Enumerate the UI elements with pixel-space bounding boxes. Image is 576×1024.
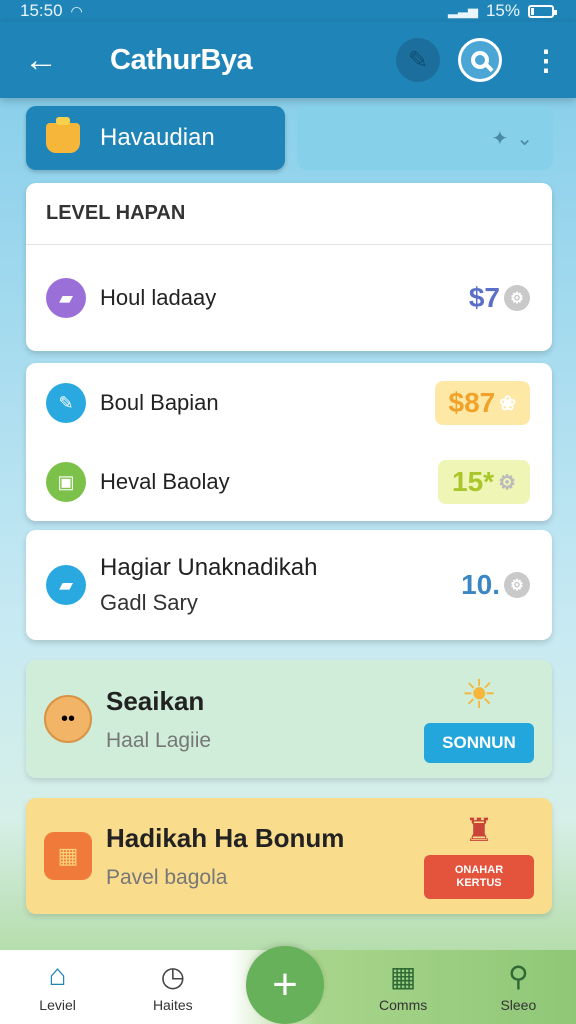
home-icon: ⌂ bbox=[48, 959, 67, 992]
pin-icon: ✦ bbox=[491, 127, 509, 150]
nav-item-comms[interactable]: ▦ Comms bbox=[363, 960, 443, 1014]
nav-label: Comms bbox=[379, 997, 428, 1013]
reward-card: ✎ Boul Bapian $87 ❀ ▣ Heval Baolay 15* ⚙ bbox=[26, 363, 552, 521]
row-value: $7 ⚙ bbox=[469, 282, 530, 314]
nav-item-sleeo[interactable]: ⚲ Sleeo bbox=[478, 960, 558, 1014]
nav-label: Sleeo bbox=[500, 997, 537, 1013]
level-heading: LEVEL HAPAN bbox=[26, 183, 552, 245]
bonus-title: Hagiar Unaknadikah bbox=[100, 554, 318, 581]
more-menu-icon[interactable]: ⋮ bbox=[532, 44, 560, 77]
pencil-icon: ✎ bbox=[46, 383, 86, 423]
list-item[interactable]: ✎ Boul Bapian $87 ❀ bbox=[26, 363, 552, 443]
bandage-icon: ▰ bbox=[46, 278, 86, 318]
chest-icon: ♜ bbox=[464, 812, 494, 848]
battery-icon bbox=[528, 4, 557, 18]
clock-icon: ◷ bbox=[160, 960, 185, 992]
promo-title: Hadikah Ha Bonum bbox=[106, 822, 345, 853]
gift-icon: ❀ bbox=[499, 392, 516, 415]
add-fab-button[interactable]: + bbox=[246, 946, 324, 1024]
status-time: 15:50 bbox=[20, 1, 63, 20]
nav-item-haites[interactable]: ◷ Haites bbox=[133, 960, 213, 1014]
list-item[interactable]: ▰ Houl ladaay $7 ⚙ bbox=[26, 245, 552, 351]
list-item[interactable]: ▣ Heval Baolay 15* ⚙ bbox=[26, 443, 552, 521]
value-text: 15* bbox=[452, 466, 495, 497]
nav-item-leviel[interactable]: ⌂ Leviel bbox=[18, 959, 98, 1013]
page-title: CathurBya bbox=[110, 43, 253, 76]
trophy-icon bbox=[46, 117, 80, 153]
tab-row: Havaudian ✦ ⌄ bbox=[26, 106, 553, 170]
chevron-down-icon: ⌄ bbox=[516, 127, 533, 150]
value-text: $87 bbox=[448, 387, 496, 418]
row-label: Houl ladaay bbox=[100, 285, 217, 310]
cookie-icon: •• bbox=[44, 695, 92, 743]
wifi-icon: ◠ bbox=[70, 2, 83, 19]
nav-label: Leviel bbox=[39, 997, 76, 1013]
kertus-button[interactable]: ONAHAR KERTUS bbox=[424, 855, 534, 899]
search-icon: ⚲ bbox=[508, 960, 529, 992]
gear-icon: ⚙ bbox=[504, 285, 530, 311]
value-text: 10. bbox=[461, 569, 500, 600]
signal-icon: ▂▃▅ bbox=[447, 3, 478, 18]
promo-card-seaikan[interactable]: •• Seaikan Haal Lagiie ☀ SONNUN bbox=[26, 660, 552, 778]
search-button[interactable] bbox=[458, 38, 502, 82]
bonus-card[interactable]: ▰ Hagiar Unaknadikah Gadl Sary 10. ⚙ bbox=[26, 530, 552, 640]
sun-icon: ☀ bbox=[461, 673, 497, 717]
promo-subtitle: Haal Lagiie bbox=[106, 728, 212, 752]
back-arrow-icon[interactable]: ← bbox=[24, 41, 74, 80]
app-bar: ← CathurBya ✎ ⋮ bbox=[0, 22, 576, 98]
bonus-value: 10. ⚙ bbox=[461, 569, 530, 601]
battery-text: 15% bbox=[485, 1, 520, 20]
waffle-icon: ▦ bbox=[44, 832, 92, 880]
bandage-icon: ▰ bbox=[46, 565, 86, 605]
promo-subtitle: Pavel bagola bbox=[106, 865, 228, 889]
value-badge: 15* ⚙ bbox=[438, 460, 530, 504]
promo-card-bonum[interactable]: ▦ Hadikah Ha Bonum Pavel bagola ♜ ONAHAR… bbox=[26, 798, 552, 914]
gear-icon: ⚙ bbox=[504, 572, 530, 598]
nav-label: Haites bbox=[152, 997, 193, 1013]
search-icon bbox=[471, 51, 489, 69]
value-badge: $87 ❀ bbox=[434, 381, 530, 425]
value-text: $7 bbox=[468, 282, 500, 313]
gear-icon: ⚙ bbox=[498, 471, 516, 494]
tab-havaudian[interactable]: Havaudian bbox=[26, 106, 285, 170]
sonnun-button[interactable]: SONNUN bbox=[424, 723, 534, 763]
avatar[interactable]: ✎ bbox=[396, 38, 440, 82]
row-label: Heval Baolay bbox=[100, 469, 230, 494]
status-bar: 15:50 ◠ ▂▃▅ 15% bbox=[0, 0, 576, 22]
grid-icon: ▦ bbox=[389, 960, 417, 992]
level-card: LEVEL HAPAN ▰ Houl ladaay $7 ⚙ bbox=[26, 183, 552, 351]
tab-dropdown[interactable]: ✦ ⌄ bbox=[297, 106, 553, 170]
row-label: Boul Bapian bbox=[100, 390, 219, 415]
bonus-subtitle: Gadl Sary bbox=[100, 590, 198, 615]
calendar-icon: ▣ bbox=[46, 462, 86, 502]
promo-title: Seaikan bbox=[106, 685, 205, 716]
tab-label: Havaudian bbox=[100, 124, 215, 151]
